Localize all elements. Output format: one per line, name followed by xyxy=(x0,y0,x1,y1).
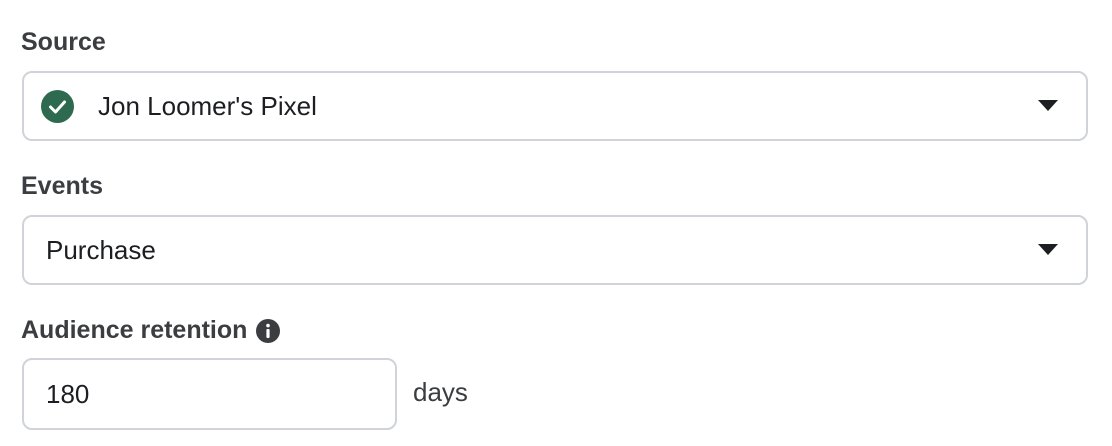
retention-label: Audience retention xyxy=(21,316,248,344)
events-label: Events xyxy=(21,172,103,200)
events-select[interactable]: Purchase xyxy=(22,215,1088,285)
caret-down-icon[interactable] xyxy=(1038,244,1058,255)
retention-days-input[interactable] xyxy=(22,358,397,430)
source-selected-value: Jon Loomer's Pixel xyxy=(98,90,317,121)
events-selected-value: Purchase xyxy=(46,234,156,265)
check-circle-icon xyxy=(41,89,74,123)
source-select[interactable]: Jon Loomer's Pixel xyxy=(22,71,1088,141)
retention-label-row: Audience retention xyxy=(21,315,281,345)
source-label: Source xyxy=(21,28,106,56)
caret-down-icon[interactable] xyxy=(1038,100,1058,111)
retention-unit-label: days xyxy=(413,377,468,407)
info-icon[interactable] xyxy=(256,319,281,343)
